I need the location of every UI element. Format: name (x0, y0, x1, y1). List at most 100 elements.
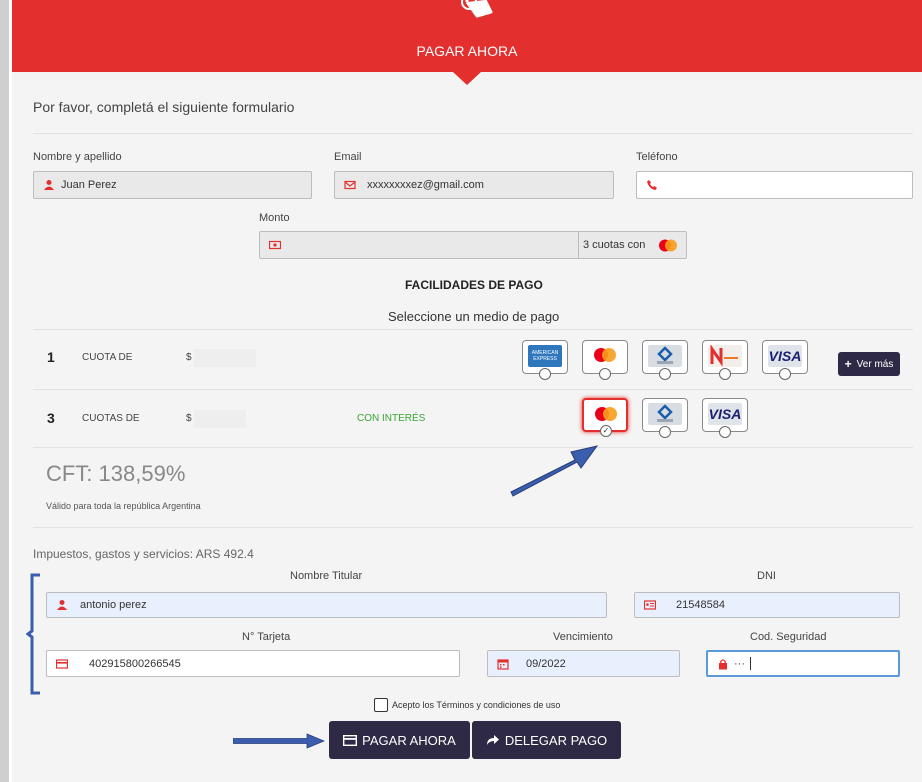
payment-section-title: FACILIDADES DE PAGO (405, 278, 543, 292)
radio-button[interactable] (539, 368, 551, 380)
cvv-label: Cod. Seguridad (750, 631, 827, 643)
radio-button[interactable] (779, 368, 791, 380)
delegate-payment-button[interactable]: DELEGAR PAGO (472, 721, 621, 759)
envelope-icon (344, 180, 356, 190)
credit-card-icon (343, 734, 358, 746)
card-number-value: 402915800266545 (89, 657, 181, 670)
email-value: xxxxxxxxez@gmail.com (367, 179, 484, 191)
credit-card-icon (56, 658, 68, 669)
see-more-label: Ver más (856, 358, 894, 370)
phone-icon (647, 180, 657, 190)
card-option-mastercard-selected[interactable]: ✓ (582, 398, 628, 437)
installment-amount-redacted (194, 410, 246, 428)
cabal-logo (648, 403, 682, 425)
divider (33, 133, 913, 134)
share-arrow-icon (486, 735, 499, 745)
expiry-value: 09/2022 (526, 657, 566, 670)
installment-label: CUOTA DE (82, 352, 133, 363)
radio-button[interactable] (719, 426, 731, 438)
text-cursor (750, 657, 751, 670)
card-option-mastercard[interactable] (582, 340, 628, 380)
see-more-button[interactable]: + Ver más (838, 352, 900, 376)
phone-field[interactable] (636, 171, 913, 199)
email-field[interactable]: xxxxxxxxez@gmail.com (334, 171, 614, 199)
card-option-visa[interactable]: VISA (762, 340, 808, 380)
cvv-value: ··· (734, 657, 745, 670)
form-intro: Por favor, completá el siguiente formula… (33, 99, 295, 115)
radio-button[interactable] (659, 368, 671, 380)
phone-label: Teléfono (636, 151, 678, 163)
amount-field[interactable]: 3 cuotas con (259, 231, 687, 259)
holder-label: Nombre Titular (290, 570, 363, 582)
card-option-visa[interactable]: VISA (702, 398, 748, 438)
radio-button-checked[interactable]: ✓ (600, 425, 612, 437)
annotation-bracket-icon (26, 573, 40, 695)
header-notch (453, 72, 481, 85)
name-field[interactable]: Juan Perez (33, 171, 312, 199)
email-label: Email (334, 151, 362, 163)
divider (33, 527, 913, 528)
window-left-edge (0, 0, 9, 782)
lock-icon (719, 658, 727, 669)
select-prompt: Seleccione un medio de pago (388, 309, 560, 324)
taxes-note: Impuestos, gastos y servicios: ARS 492.4 (33, 547, 254, 561)
installment-label: CUOTAS DE (82, 413, 140, 424)
radio-button[interactable] (719, 368, 731, 380)
divider (33, 329, 913, 330)
mastercard-icon (659, 239, 677, 252)
terms-checkbox[interactable] (374, 698, 388, 712)
divider (33, 389, 913, 390)
holder-value: antonio perez (80, 599, 147, 611)
card-option-cabal[interactable] (642, 340, 688, 380)
plus-icon: + (844, 357, 852, 371)
header-title: PAGAR AHORA (416, 43, 518, 59)
expiry-label: Vencimiento (553, 631, 613, 643)
cabal-logo (648, 345, 682, 367)
currency-symbol: $ (186, 352, 192, 363)
pay-now-button[interactable]: PAGAR AHORA (329, 721, 470, 759)
cvv-field[interactable]: ··· (706, 650, 900, 677)
currency-symbol: $ (186, 413, 192, 424)
interest-tag: CON INTERÉS (357, 413, 426, 424)
pay-now-label: PAGAR AHORA (362, 732, 456, 748)
installments-note: 3 cuotas con (583, 239, 646, 251)
divider (33, 447, 913, 448)
mastercard-logo (595, 407, 617, 421)
amount-addon-divider (578, 232, 579, 258)
card-option-cabal[interactable] (642, 398, 688, 438)
cft-rate: CFT: 138,59% (46, 461, 186, 486)
check-icon: ✓ (602, 426, 610, 435)
dni-label: DNI (757, 570, 776, 582)
naranja-logo (708, 345, 742, 367)
tap-hand-icon (461, 0, 493, 18)
name-value: Juan Perez (61, 179, 117, 191)
cft-validity: Válido para toda la república Argentina (46, 501, 201, 511)
visa-logo: VISA (708, 403, 742, 425)
expiry-field[interactable]: 09/2022 (487, 650, 680, 677)
annotation-arrow-icon (510, 445, 599, 497)
holder-field[interactable]: antonio perez (46, 592, 607, 618)
radio-button[interactable] (599, 368, 611, 380)
calendar-icon (497, 658, 509, 670)
installment-count: 3 (47, 410, 55, 426)
dni-value: 21548584 (676, 599, 725, 611)
installment-count: 1 (47, 349, 55, 365)
amex-logo: AMERICAN EXPRESS (528, 345, 562, 367)
annotation-arrow-icon (233, 733, 325, 749)
money-icon (269, 240, 281, 250)
mastercard-logo (594, 348, 616, 362)
id-card-icon (644, 600, 656, 610)
card-number-field[interactable]: 402915800266545 (46, 650, 460, 677)
terms-label[interactable]: Acepto los Términos y condiciones de uso (392, 700, 560, 710)
visa-logo: VISA (768, 345, 802, 367)
user-icon (44, 180, 54, 190)
card-option-amex[interactable]: AMERICAN EXPRESS (522, 340, 568, 380)
radio-button[interactable] (659, 426, 671, 438)
card-option-naranja[interactable] (702, 340, 748, 380)
delegate-payment-label: DELEGAR PAGO (504, 732, 608, 748)
user-icon (57, 600, 67, 610)
name-label: Nombre y apellido (33, 151, 122, 163)
dni-field[interactable]: 21548584 (634, 592, 900, 618)
installment-amount-redacted (194, 349, 256, 367)
amount-label: Monto (259, 212, 290, 224)
